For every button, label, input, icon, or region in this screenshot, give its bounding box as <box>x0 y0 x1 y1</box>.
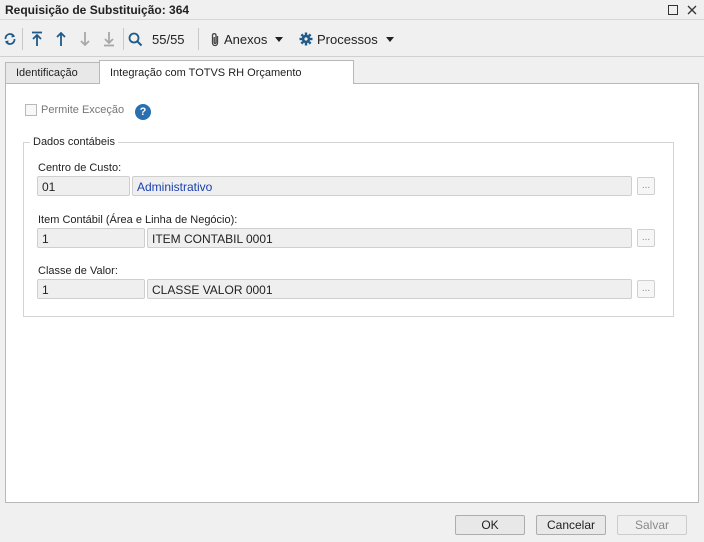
value-class-code-input[interactable]: 1 <box>37 279 145 299</box>
chevron-down-icon <box>275 36 284 42</box>
processes-button[interactable]: Processos <box>299 29 394 49</box>
cost-center-description-input[interactable]: Administrativo <box>132 176 632 196</box>
window-title: Requisição de Substituição: 364 <box>5 3 190 17</box>
value-class-label: Classe de Valor: <box>38 265 118 277</box>
search-record-button[interactable]: 55/55 <box>128 29 185 49</box>
refresh-button[interactable] <box>2 29 18 49</box>
arrow-to-bottom-icon <box>104 32 114 47</box>
value-class-lookup-button[interactable]: ... <box>637 280 655 298</box>
accounting-item-label: Item Contábil (Área e Linha de Negócio): <box>38 214 238 226</box>
tab-identificacao[interactable]: Identificação <box>5 62 100 84</box>
maximize-icon <box>668 5 678 15</box>
accounting-item-lookup-button[interactable]: ... <box>637 229 655 247</box>
save-button[interactable]: Salvar <box>617 515 687 535</box>
arrow-to-top-icon <box>32 31 42 46</box>
cost-center-label: Centro de Custo: <box>38 162 122 174</box>
exception-label: Permite Exceção <box>41 104 125 116</box>
gear-icon <box>299 32 313 46</box>
refresh-icon <box>4 33 16 45</box>
toolbar: 55/55 Anexos Processos <box>0 21 704 57</box>
value-class-description-input[interactable]: CLASSE VALOR 0001 <box>147 279 632 299</box>
accounting-data-group: Dados contábeis Centro de Custo: 01 Admi… <box>23 136 674 317</box>
paperclip-icon <box>211 32 219 46</box>
tab-strip: Identificação Integração com TOTVS RH Or… <box>0 60 704 84</box>
tab-integracao-rh-orcamento[interactable]: Integração com TOTVS RH Orçamento <box>99 60 354 84</box>
cost-center-code-input[interactable]: 01 <box>37 176 130 196</box>
exception-checkbox[interactable]: Permite Exceção <box>25 104 124 116</box>
ok-button[interactable]: OK <box>455 515 525 535</box>
first-record-button[interactable] <box>29 29 45 49</box>
toolbar-separator <box>22 28 23 50</box>
attachments-button[interactable]: Anexos <box>210 29 284 49</box>
arrow-up-icon <box>56 31 66 46</box>
arrow-down-icon <box>80 32 90 47</box>
cancel-button[interactable]: Cancelar <box>536 515 606 535</box>
cost-center-lookup-button[interactable]: ... <box>637 177 655 195</box>
close-icon <box>687 5 697 15</box>
next-record-button[interactable] <box>77 29 93 49</box>
attachments-label: Anexos <box>224 31 268 47</box>
checkbox-box[interactable] <box>25 104 37 116</box>
close-button[interactable] <box>684 2 700 18</box>
accounting-item-code-input[interactable]: 1 <box>37 228 145 248</box>
search-icon <box>128 32 143 46</box>
toolbar-separator <box>123 28 124 50</box>
accounting-item-description-input[interactable]: ITEM CONTABIL 0001 <box>147 228 632 248</box>
record-counter: 55/55 <box>152 31 185 47</box>
last-record-button[interactable] <box>101 29 117 49</box>
processes-label: Processos <box>317 31 378 47</box>
tab-content-panel: Permite Exceção ? Dados contábeis Centro… <box>5 83 699 503</box>
group-title: Dados contábeis <box>30 136 118 148</box>
chevron-down-icon <box>385 36 394 42</box>
help-icon[interactable]: ? <box>135 104 151 120</box>
maximize-button[interactable] <box>665 2 681 18</box>
dialog-footer: OK Cancelar Salvar <box>0 505 704 542</box>
toolbar-separator <box>198 28 199 50</box>
title-bar: Requisição de Substituição: 364 <box>0 0 704 20</box>
previous-record-button[interactable] <box>53 29 69 49</box>
